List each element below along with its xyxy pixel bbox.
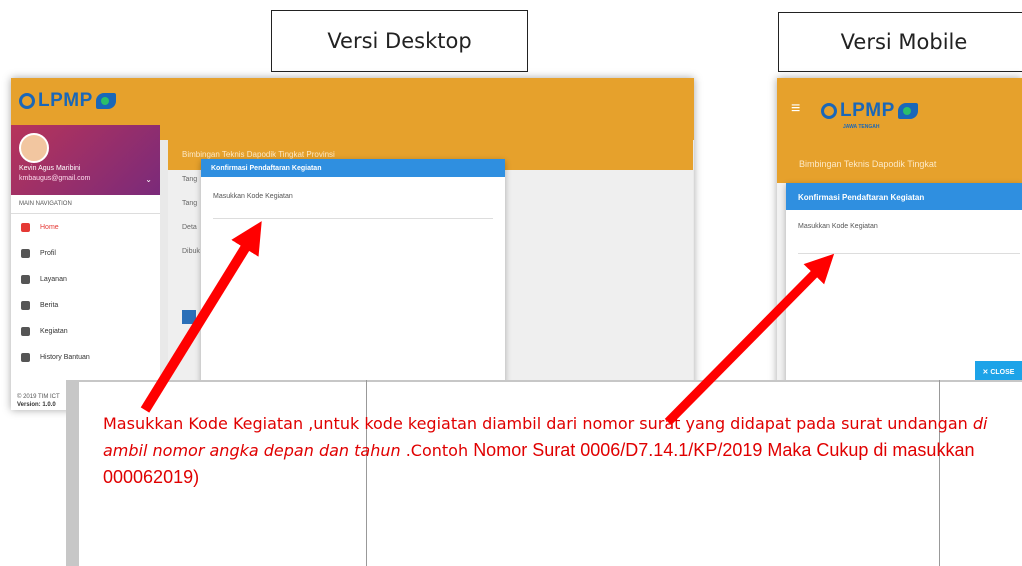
card-row: Dibuk — [182, 248, 200, 255]
profile-icon — [21, 248, 30, 258]
sidebar-item-berita[interactable]: Berita — [11, 292, 160, 318]
logo-circle-icon — [19, 93, 35, 109]
mobile-screenshot: ≡ LPMP JAWA TENGAH Bimbingan Teknis Dapo… — [777, 78, 1022, 398]
sidebar-item-layanan[interactable]: Layanan — [11, 266, 160, 292]
desktop-screenshot: LPMP Kevin Agus Maribini kmbaugus@gmail.… — [11, 78, 694, 410]
instruction-text: Masukkan Kode Kegiatan ,untuk kode kegia… — [103, 414, 988, 487]
desktop-sidebar: Kevin Agus Maribini kmbaugus@gmail.com ⌄… — [11, 125, 160, 410]
card-row: Deta — [182, 224, 197, 231]
modal-title: Konfirmasi Pendaftaran Kegiatan — [201, 159, 505, 177]
desktop-version-label: Versi Desktop — [271, 10, 528, 72]
activity-icon — [21, 326, 30, 336]
activity-code-label: Masukkan Kode Kegiatan — [798, 223, 878, 230]
confirm-registration-modal: Konfirmasi Pendaftaran Kegiatan Masukkan… — [201, 159, 505, 410]
mobile-logo: LPMP — [821, 100, 918, 122]
sidebar-item-profil[interactable]: Profil — [11, 240, 160, 266]
user-profile-panel: Kevin Agus Maribini kmbaugus@gmail.com ⌄ — [11, 125, 160, 195]
chevron-down-icon[interactable]: ⌄ — [145, 175, 152, 184]
modal-title: Konfirmasi Pendaftaran Kegiatan — [786, 183, 1022, 210]
card-title: Bimbingan Teknis Dapodik Tingkat Provins… — [182, 150, 335, 159]
logo-subtitle: JAWA TENGAH — [843, 124, 880, 130]
version-text: Version: 1.0.0 — [17, 402, 56, 408]
activity-code-label: Masukkan Kode Kegiatan — [213, 193, 293, 200]
card-row: Tang — [182, 176, 198, 183]
mobile-card-header: Bimbingan Teknis Dapodik Tingkat — [777, 143, 1022, 183]
sidebar-footer: © 2019 TIM ICT — [17, 394, 60, 400]
desktop-logo: LPMP — [19, 90, 116, 112]
confirm-registration-modal: Konfirmasi Pendaftaran Kegiatan Masukkan… — [786, 183, 1022, 395]
logo-badge-icon — [95, 93, 116, 109]
logo-badge-icon — [897, 103, 918, 119]
hamburger-menu-icon[interactable]: ≡ — [791, 100, 800, 118]
card-title: Bimbingan Teknis Dapodik Tingkat — [799, 159, 937, 169]
home-icon — [21, 222, 30, 232]
mobile-version-label: Versi Mobile — [778, 12, 1022, 72]
news-icon — [21, 300, 30, 310]
sidebar-item-home[interactable]: Home — [11, 214, 160, 240]
activity-code-input[interactable] — [213, 218, 493, 219]
logo-circle-icon — [821, 103, 837, 119]
register-button[interactable] — [182, 310, 196, 324]
activity-code-input[interactable] — [798, 253, 1020, 254]
service-icon — [21, 274, 30, 284]
nav-header: MAIN NAVIGATION — [11, 195, 160, 214]
sidebar-item-kegiatan[interactable]: Kegiatan — [11, 318, 160, 344]
card-row: Tang — [182, 200, 198, 207]
profile-email: kmbaugus@gmail.com — [19, 175, 91, 182]
avatar — [19, 133, 49, 163]
sidebar-item-history[interactable]: History Bantuan — [11, 344, 160, 370]
history-icon — [21, 352, 30, 362]
profile-name: Kevin Agus Maribini — [19, 165, 81, 172]
